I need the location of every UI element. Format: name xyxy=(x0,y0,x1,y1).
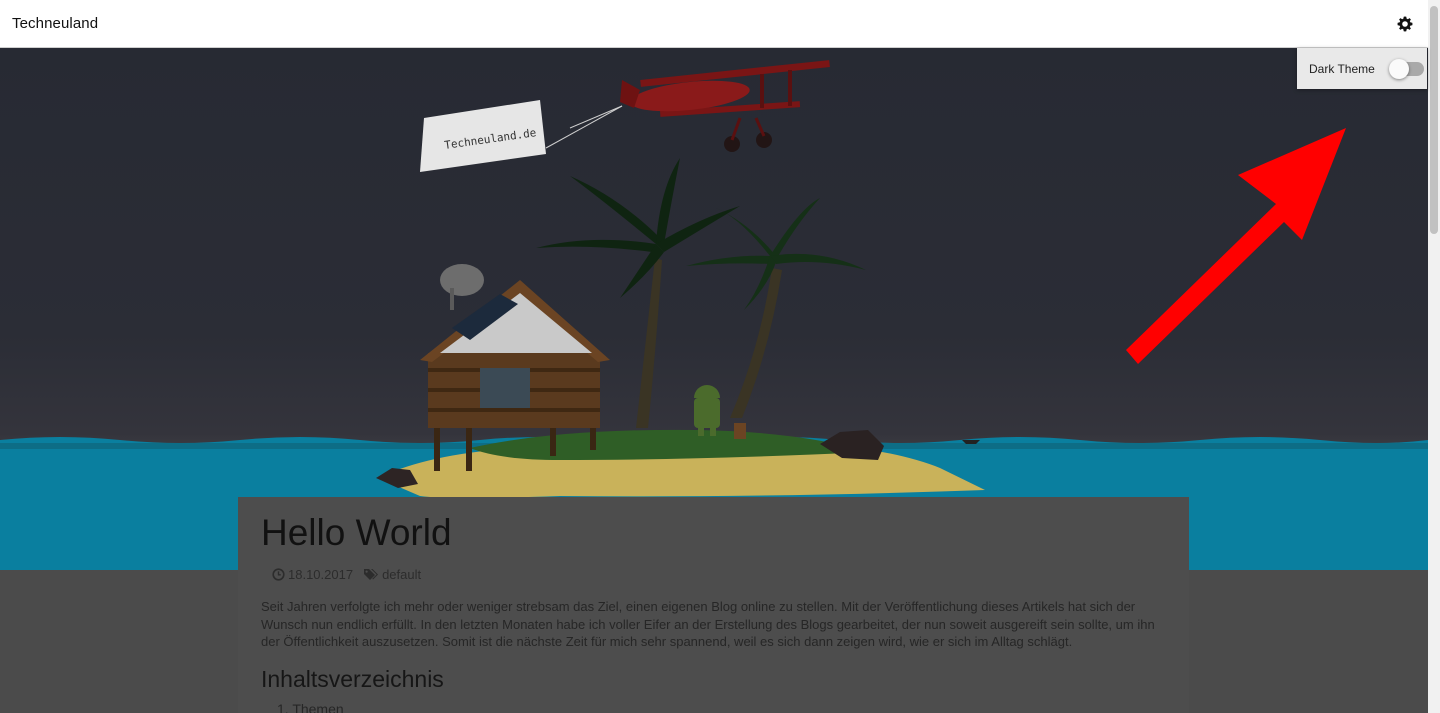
scrollbar-thumb[interactable] xyxy=(1430,6,1438,234)
top-app-bar: Techneuland xyxy=(0,0,1428,48)
settings-button[interactable] xyxy=(1394,13,1416,35)
clock-icon xyxy=(272,568,285,581)
annotation-arrow xyxy=(1126,128,1346,364)
toggle-knob[interactable] xyxy=(1388,58,1409,79)
post-tag-text[interactable]: default xyxy=(382,567,421,582)
toc-list: 1. Themen xyxy=(277,701,1166,713)
biplane xyxy=(545,60,830,152)
page: Techneuland Techneuland.de Hello World 1… xyxy=(0,0,1440,713)
post-date: 18.10.2017 xyxy=(272,567,353,582)
banner-sign: Techneuland.de xyxy=(420,100,546,172)
post-meta: 18.10.2017 default xyxy=(272,567,1166,582)
dark-theme-label: Dark Theme xyxy=(1309,61,1375,76)
settings-menu: Dark Theme xyxy=(1297,48,1427,89)
post-title: Hello World xyxy=(261,512,452,553)
post-card: Hello World 18.10.2017 default Seit Jahr… xyxy=(238,497,1189,713)
post-tag[interactable]: default xyxy=(363,567,421,582)
post-intro: Seit Jahren verfolgte ich mehr oder weni… xyxy=(261,599,1155,649)
toc-item[interactable]: 1. Themen xyxy=(277,701,1166,713)
toc-title: Inhaltsverzeichnis xyxy=(261,665,444,692)
post-date-text: 18.10.2017 xyxy=(288,567,354,582)
gear-icon xyxy=(1397,16,1413,31)
site-title[interactable]: Techneuland xyxy=(12,15,98,32)
vertical-scrollbar[interactable] xyxy=(1428,0,1440,713)
tags-icon xyxy=(364,569,379,580)
dark-theme-toggle[interactable] xyxy=(1388,58,1424,79)
